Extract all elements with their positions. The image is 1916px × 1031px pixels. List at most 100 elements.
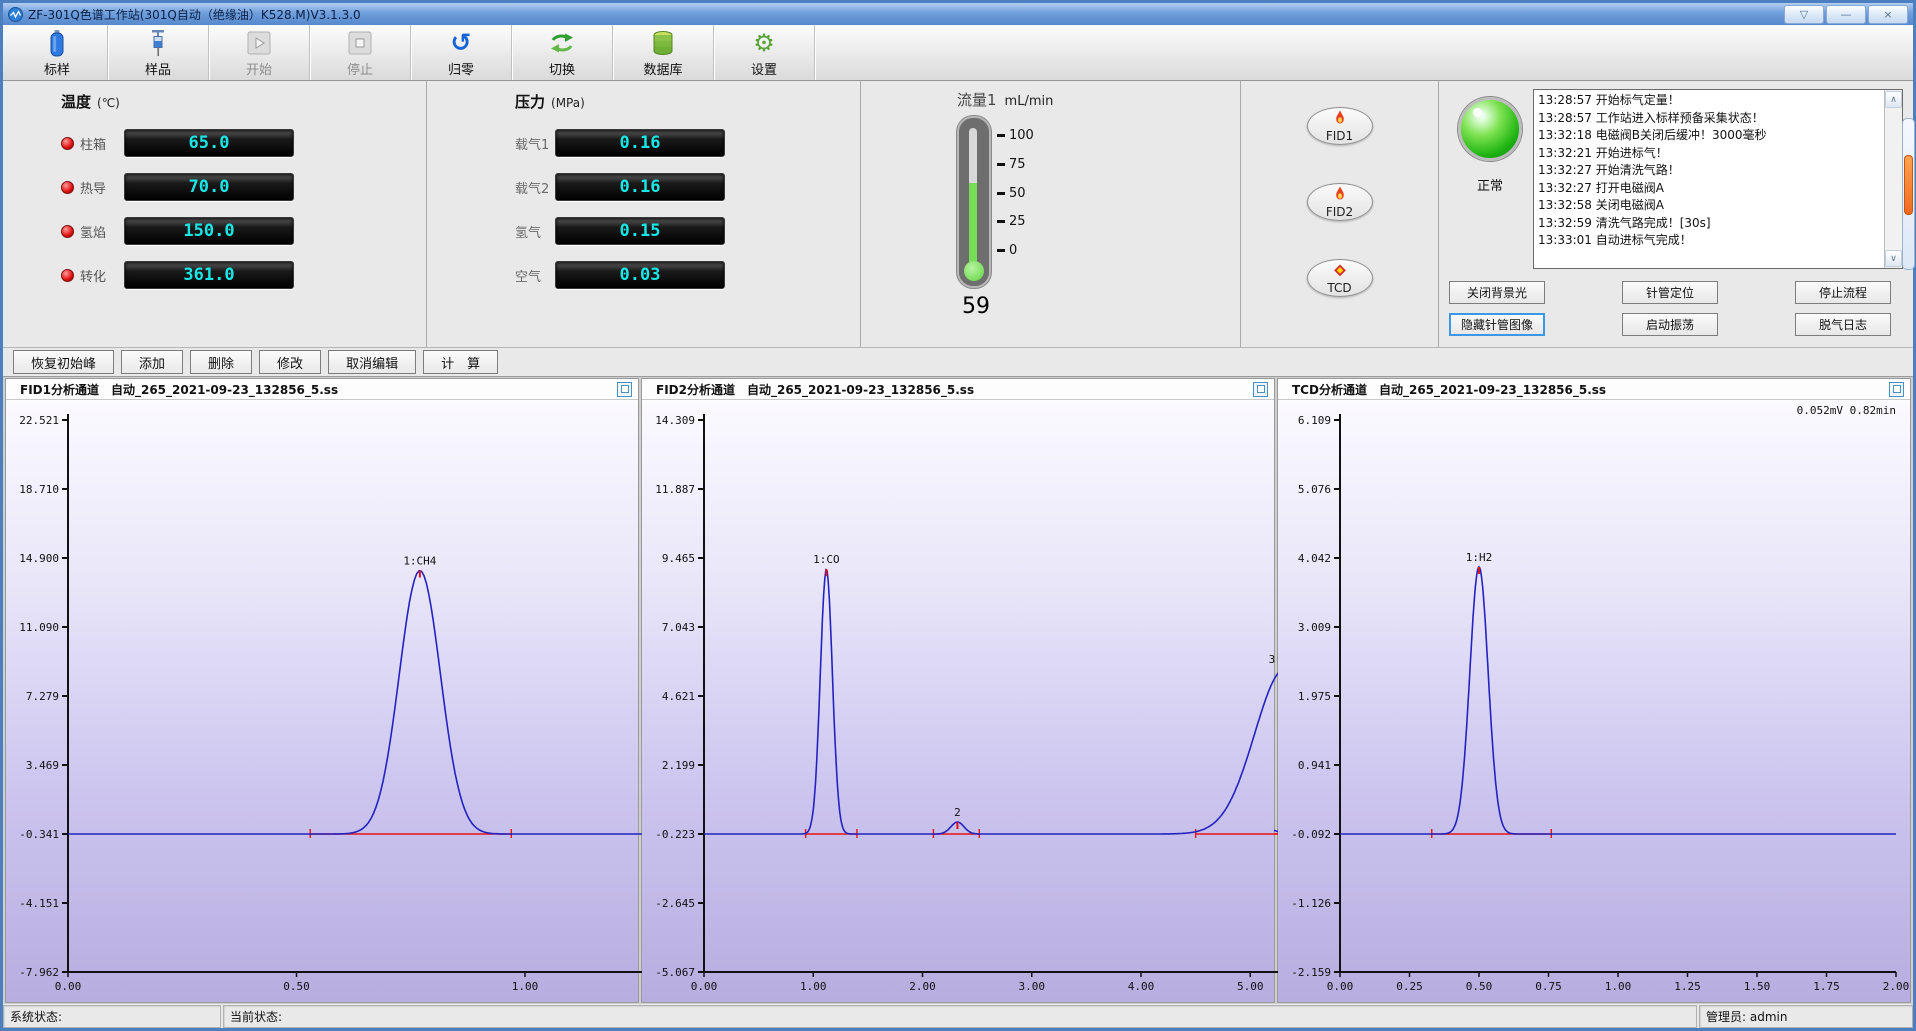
gauge-tick: 0 (997, 243, 1034, 258)
log-line: 13:28:57 工作站进入标样预备采集状态！ (1538, 110, 1880, 128)
detector-button-tcd[interactable]: TCD (1307, 259, 1373, 297)
toolbar-button-syringe[interactable]: 样品 (108, 25, 209, 80)
svg-text:0.50: 0.50 (283, 980, 310, 993)
svg-text:1.00: 1.00 (800, 980, 827, 993)
log-line: 13:32:18 电磁阀B关闭后缓冲！3000毫秒 (1538, 127, 1880, 145)
svg-text:0.75: 0.75 (1535, 980, 1562, 993)
edge-scrollbar-thumb[interactable] (1904, 155, 1913, 215)
gauge-tick-label: 0 (1009, 243, 1017, 258)
detector-button-fid2[interactable]: FID2 (1307, 183, 1373, 221)
toolbar-button-switch[interactable]: 切换 (512, 25, 613, 80)
svg-text:2.00: 2.00 (909, 980, 936, 993)
chart-title: TCD分析通道 (1292, 381, 1367, 398)
svg-text:0.50: 0.50 (1466, 980, 1493, 993)
edit-button[interactable]: 添加 (121, 350, 183, 374)
log-line: 13:32:27 开始清洗气路！ (1538, 162, 1880, 180)
meter-label: 空气 (515, 266, 555, 285)
scroll-up-icon[interactable]: ∧ (1885, 91, 1902, 108)
minimize-button[interactable]: — (1826, 5, 1866, 24)
edit-button[interactable]: 取消编辑 (328, 350, 416, 374)
lcd-display: 361.0 (124, 261, 294, 289)
svg-text:18.710: 18.710 (19, 483, 59, 496)
toolbar-button-gear[interactable]: ⚙设置 (714, 25, 815, 80)
syringe-icon (149, 28, 167, 58)
svg-text:0.941: 0.941 (1298, 759, 1331, 772)
meter-label: 转化 (80, 266, 124, 285)
toolbar-button-database[interactable]: 数据库 (613, 25, 714, 80)
panel-button[interactable]: 隐藏针管图像 (1449, 313, 1545, 336)
svg-text:14.309: 14.309 (655, 414, 695, 427)
svg-text:7.279: 7.279 (26, 690, 59, 703)
flow-value: 59 (959, 294, 993, 319)
flow-section: 流量1mL/min 1007550250 59 (861, 81, 1241, 347)
gauge-tick-label: 100 (1009, 128, 1034, 143)
chart-plot-tcd[interactable]: 0.052mV 0.82min6.1095.0764.0423.0091.975… (1278, 400, 1910, 1002)
chart-panel-fid2: FID2分析通道自动_265_2021-09-23_132856_5.ss0.0… (641, 378, 1275, 1003)
close-button[interactable]: × (1868, 5, 1908, 24)
peak-label: 1:CO (813, 553, 840, 566)
detector-label: TCD (1327, 282, 1351, 294)
status-log-section: 正常 13:28:57 开始标气定量！13:28:57 工作站进入标样预备采集状… (1439, 81, 1913, 347)
svg-text:-0.223: -0.223 (655, 828, 695, 841)
app-window: ZF-301Q色谱工作站(301Q自动（绝缘油）K528.M)V3.1.3.0 … (0, 0, 1916, 1031)
edit-button[interactable]: 修改 (259, 350, 321, 374)
svg-text:4.00: 4.00 (1128, 980, 1155, 993)
edit-button[interactable]: 恢复初始峰 (13, 350, 114, 374)
maximize-icon[interactable] (1253, 382, 1268, 397)
chart-reading: 0.052mV 0.82min (1797, 404, 1896, 417)
log-scrollbar[interactable]: ∧ ∨ (1884, 90, 1902, 268)
peak-label: 2 (954, 806, 961, 819)
stop-icon (348, 28, 372, 58)
toolbar-button-zero-reset[interactable]: ↺归零 (411, 25, 512, 80)
chart-title: FID1分析通道 (20, 381, 99, 398)
edit-button[interactable]: 计 算 (423, 350, 498, 374)
meter-label: 热导 (80, 178, 124, 197)
detector-label: FID2 (1326, 206, 1353, 218)
svg-text:5.076: 5.076 (1298, 483, 1331, 496)
switch-icon (548, 28, 576, 58)
maximize-icon[interactable] (617, 382, 632, 397)
panel-button[interactable]: 针管定位 (1622, 281, 1718, 304)
maximize-icon[interactable] (1889, 382, 1904, 397)
control-panel: 温度(℃) 柱箱65.0热导70.0氢焰150.0转化361.0 压力(MPa)… (3, 81, 1913, 348)
edge-scrollbar[interactable] (1902, 118, 1915, 270)
toolbar-button-label: 标样 (44, 59, 70, 78)
theme-button[interactable]: ▽ (1784, 5, 1824, 24)
panel-button[interactable]: 停止流程 (1795, 281, 1891, 304)
toolbar-button-stop[interactable]: 停止 (310, 25, 411, 80)
admin-cell: 管理员: admin (1699, 1005, 1913, 1028)
toolbar-button-gas-cylinder[interactable]: 标样 (7, 25, 108, 80)
edit-button[interactable]: 删除 (190, 350, 252, 374)
toolbar-button-label: 停止 (347, 59, 373, 78)
log-line: 13:32:27 打开电磁阀A (1538, 180, 1880, 198)
gas-cylinder-icon (49, 28, 65, 58)
status-led (61, 137, 74, 150)
gauge-tick-dash (997, 249, 1005, 252)
chart-plot-fid2[interactable]: 0.000mV 0.00min14.30911.8879.4657.0434.6… (642, 400, 1274, 1002)
svg-text:1.00: 1.00 (1605, 980, 1632, 993)
flow-gauge: 1007550250 (957, 116, 1240, 288)
scroll-down-icon[interactable]: ∨ (1885, 250, 1902, 267)
pressure-row: 氢气0.15 (515, 218, 860, 244)
panel-button[interactable]: 脱气日志 (1795, 313, 1891, 336)
svg-text:0.00: 0.00 (1327, 980, 1354, 993)
status-lamp (1458, 97, 1522, 161)
toolbar-button-play[interactable]: 开始 (209, 25, 310, 80)
svg-text:-5.067: -5.067 (655, 966, 695, 979)
gear-icon: ⚙ (753, 28, 775, 58)
system-status-cell: 系统状态: (3, 1005, 221, 1028)
svg-text:0.00: 0.00 (691, 980, 718, 993)
status-lamp-block: 正常 (1447, 89, 1533, 269)
svg-text:-2.159: -2.159 (1291, 966, 1331, 979)
svg-text:7.043: 7.043 (662, 621, 695, 634)
detector-button-fid1[interactable]: FID1 (1307, 107, 1373, 145)
panel-button[interactable]: 关闭背景光 (1449, 281, 1545, 304)
svg-text:-0.092: -0.092 (1291, 828, 1331, 841)
chart-plot-fid1[interactable]: 16.544mV 3.12min22.52118.71014.90011.090… (6, 400, 638, 1002)
gauge-tick: 50 (997, 186, 1034, 201)
flame-icon (1334, 186, 1346, 205)
event-log[interactable]: 13:28:57 开始标气定量！13:28:57 工作站进入标样预备采集状态！1… (1533, 89, 1903, 269)
chart-header: TCD分析通道自动_265_2021-09-23_132856_5.ss (1278, 379, 1910, 400)
panel-button[interactable]: 启动振荡 (1622, 313, 1718, 336)
temperature-row: 热导70.0 (61, 174, 426, 200)
